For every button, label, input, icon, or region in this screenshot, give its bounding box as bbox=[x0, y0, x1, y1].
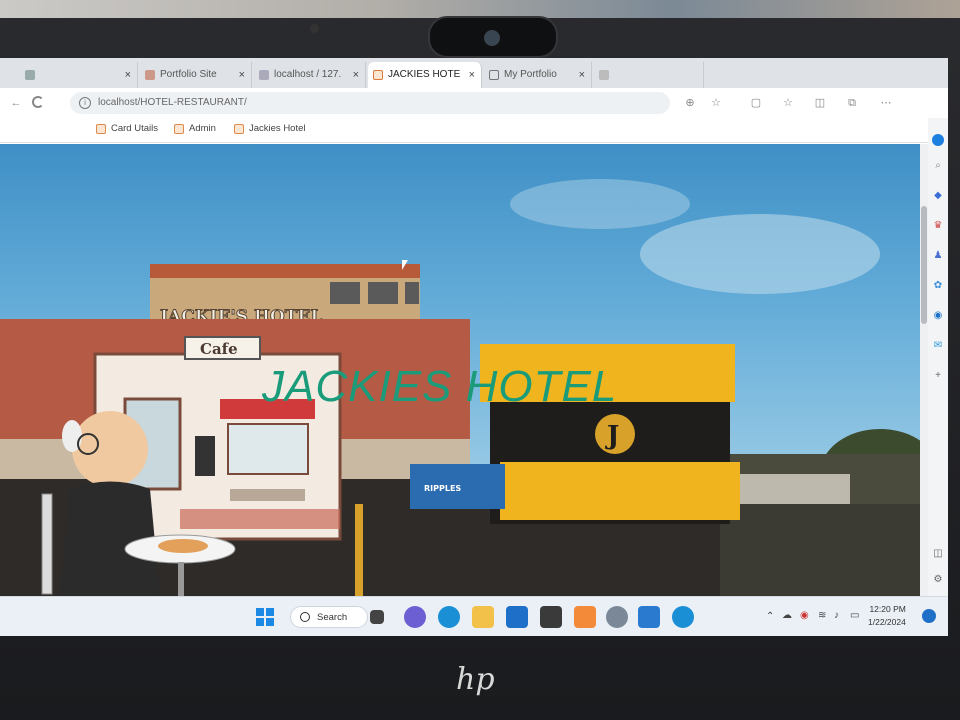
webcam-icon bbox=[310, 16, 558, 58]
edge-dev-icon[interactable] bbox=[672, 606, 694, 628]
xampp-icon bbox=[96, 124, 106, 134]
hp-logo-icon: hp bbox=[456, 662, 495, 697]
reload-icon[interactable] bbox=[32, 96, 44, 108]
xampp-icon bbox=[373, 70, 383, 80]
task-view-icon[interactable] bbox=[370, 610, 384, 624]
close-icon[interactable]: × bbox=[579, 62, 585, 88]
xampp-icon[interactable] bbox=[574, 606, 596, 628]
close-icon[interactable]: × bbox=[469, 62, 475, 88]
j-logo: J bbox=[605, 421, 619, 451]
back-icon[interactable]: ← bbox=[10, 97, 22, 109]
cloud-icon[interactable]: ☁ bbox=[782, 610, 792, 621]
tab-jackies-hotel[interactable]: JACKIES HOTE × bbox=[368, 62, 482, 88]
screen: × Portfolio Site × localhost / 127. × JA… bbox=[0, 58, 948, 636]
page-icon bbox=[599, 70, 609, 80]
scrollbar-thumb[interactable] bbox=[921, 206, 927, 324]
tab-1[interactable]: × bbox=[20, 62, 138, 88]
cafe-sign: Cafe bbox=[200, 340, 238, 358]
antivirus-icon[interactable]: ◉ bbox=[800, 610, 809, 621]
games-icon[interactable]: ♟ bbox=[932, 250, 944, 262]
split-icon[interactable]: ◫ bbox=[814, 97, 826, 109]
close-icon[interactable]: × bbox=[353, 62, 359, 88]
chat-icon[interactable] bbox=[404, 606, 426, 628]
address-bar[interactable]: i localhost/HOTEL-RESTAURANT/ bbox=[70, 92, 670, 114]
close-icon[interactable]: × bbox=[125, 62, 131, 88]
chevron-up-icon[interactable]: ⌃ bbox=[766, 611, 774, 622]
hero-title: JACKIES HOTEL bbox=[262, 362, 618, 411]
outlook-icon[interactable]: ✉ bbox=[932, 340, 944, 352]
tab-portfolio-site[interactable]: Portfolio Site × bbox=[140, 62, 252, 88]
time: 12:20 PM bbox=[869, 604, 906, 614]
xampp-icon bbox=[174, 124, 184, 134]
edge-icon[interactable] bbox=[438, 606, 460, 628]
notification-icon[interactable] bbox=[922, 609, 936, 623]
shopping-icon[interactable]: ♛ bbox=[932, 220, 944, 232]
tab-localhost[interactable]: localhost / 127. × bbox=[254, 62, 366, 88]
battery-icon[interactable]: ▭ bbox=[850, 610, 859, 621]
search-icon[interactable]: ⌕ bbox=[932, 160, 944, 172]
zoom-icon[interactable]: ⊕ bbox=[684, 97, 696, 109]
bookmark-jackies-hotel[interactable]: Jackies Hotel bbox=[234, 123, 306, 134]
vscode-icon[interactable] bbox=[638, 606, 660, 628]
close-icon[interactable]: × bbox=[239, 62, 245, 88]
tools-icon[interactable]: ✿ bbox=[932, 280, 944, 292]
favorites-icon[interactable]: ☆ bbox=[782, 97, 794, 109]
date: 1/22/2024 bbox=[868, 617, 906, 627]
sublime-icon[interactable] bbox=[540, 606, 562, 628]
hero-section: JACKIE'S HOTEL J RIPPLES Cafe JACKIES HO… bbox=[0, 144, 920, 596]
tab-bar: × Portfolio Site × localhost / 127. × JA… bbox=[0, 58, 948, 88]
copilot-icon[interactable] bbox=[932, 134, 944, 146]
bookmark-admin[interactable]: Admin bbox=[174, 123, 216, 134]
browser-toolbar: ← i localhost/HOTEL-RESTAURANT/ ⊕ ☆ ▢ ☆ … bbox=[0, 88, 948, 118]
add-icon[interactable]: + bbox=[932, 370, 944, 382]
page-icon bbox=[259, 70, 269, 80]
scrollbar[interactable] bbox=[920, 144, 928, 596]
settings-icon[interactable] bbox=[606, 606, 628, 628]
bookmark-card-utails[interactable]: Card Utails bbox=[96, 123, 158, 134]
tab-6[interactable] bbox=[594, 62, 704, 88]
edge-sidebar: ⌕ ◆ ♛ ♟ ✿ ◉ ✉ + ◫ ⚙ bbox=[928, 118, 948, 596]
layout-icon[interactable]: ◫ bbox=[932, 548, 944, 560]
collections-icon[interactable]: ⧉ bbox=[846, 97, 858, 109]
ripples-banner: RIPPLES bbox=[424, 484, 461, 493]
star-icon[interactable]: ☆ bbox=[710, 97, 722, 109]
page-icon bbox=[145, 70, 155, 80]
menu-icon[interactable]: ⋯ bbox=[880, 97, 892, 109]
clock[interactable]: 12:20 PM 1/22/2024 bbox=[868, 603, 906, 629]
bookmarks-bar: Card Utails Admin Jackies Hotel bbox=[0, 118, 948, 143]
store-icon[interactable] bbox=[506, 606, 528, 628]
tag-icon[interactable]: ◆ bbox=[932, 190, 944, 202]
tab-my-portfolio[interactable]: My Portfolio × bbox=[484, 62, 592, 88]
windows-start-icon[interactable] bbox=[254, 606, 276, 628]
xampp-icon bbox=[234, 124, 244, 134]
taskbar-search[interactable]: Search bbox=[290, 606, 368, 628]
extension-icon[interactable]: ▢ bbox=[750, 97, 762, 109]
page-icon bbox=[25, 70, 35, 80]
settings-icon[interactable]: ⚙ bbox=[932, 574, 944, 586]
info-icon[interactable]: i bbox=[79, 97, 91, 109]
office-icon[interactable]: ◉ bbox=[932, 310, 944, 322]
search-icon bbox=[300, 612, 310, 622]
volume-icon[interactable]: ♪ bbox=[834, 610, 839, 621]
wifi-icon[interactable]: ≋ bbox=[818, 610, 826, 621]
cursor-icon bbox=[402, 260, 408, 270]
document-icon bbox=[489, 70, 499, 80]
file-explorer-icon[interactable] bbox=[472, 606, 494, 628]
taskbar: Search ⌃ ☁ ◉ ≋ ♪ ▭ 12:20 PM 1/22/2024 bbox=[0, 596, 948, 636]
